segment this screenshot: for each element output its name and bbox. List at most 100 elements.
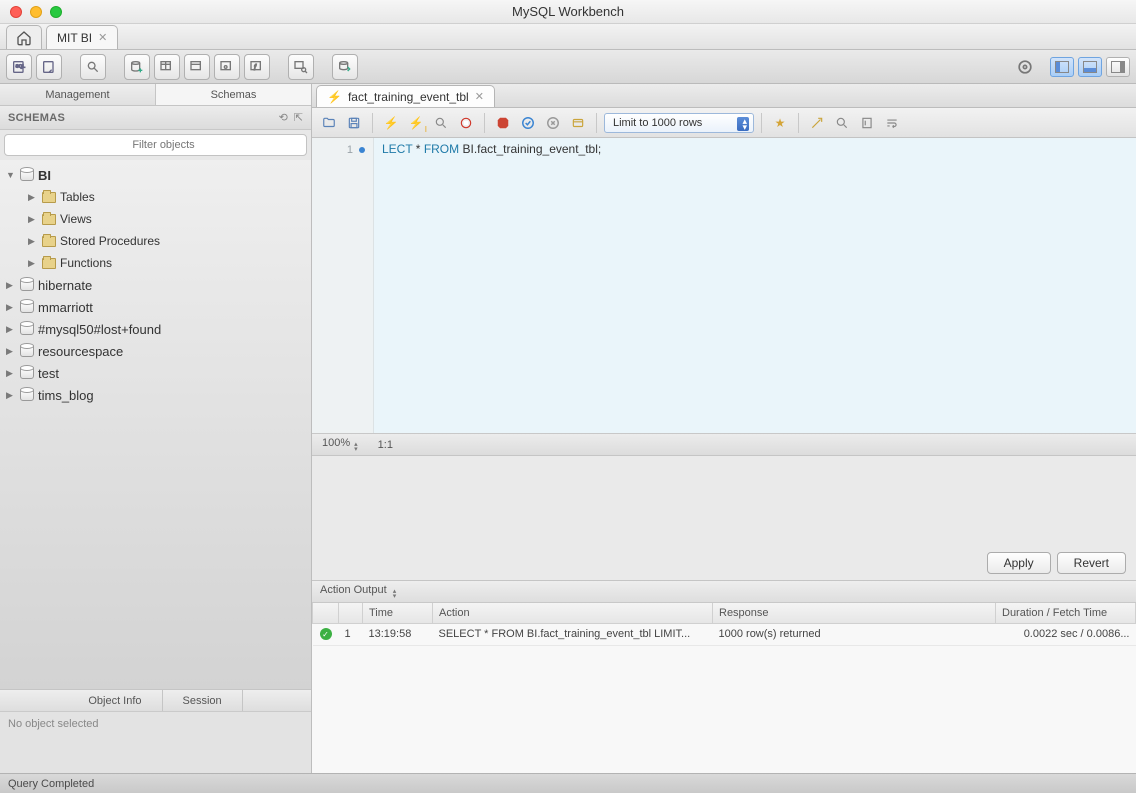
find-button[interactable]: [806, 112, 828, 134]
collapse-icon[interactable]: ⇱: [294, 111, 303, 124]
filter-objects-input[interactable]: [4, 134, 307, 156]
expand-icon[interactable]: ▶: [6, 346, 16, 357]
connection-tab-label: MIT BI: [57, 31, 92, 45]
col-action[interactable]: Action: [433, 603, 713, 623]
status-ok-icon: ✓: [320, 628, 332, 640]
limit-rows-dropdown[interactable]: Limit to 1000 rows ▴▾: [604, 113, 754, 133]
database-icon: [20, 301, 34, 313]
create-procedure-button[interactable]: [214, 54, 240, 80]
bi-stored-procedures[interactable]: ▶Stored Procedures: [22, 230, 311, 252]
search-table-data-button[interactable]: [288, 54, 314, 80]
schema-test[interactable]: ▶test: [0, 362, 311, 384]
code-area[interactable]: LECT * FROM BI.fact_training_event_tbl;: [374, 138, 1136, 433]
row-action: SELECT * FROM BI.fact_training_event_tbl…: [433, 623, 713, 645]
col-response[interactable]: Response: [713, 603, 996, 623]
sql-editor[interactable]: 1 LECT * FROM BI.fact_training_event_tbl…: [312, 138, 1136, 434]
schemas-header-icons: ⟲ ⇱: [279, 111, 303, 124]
expand-icon[interactable]: ▶: [6, 280, 16, 291]
app-body: Management Schemas SCHEMAS ⟲ ⇱ 🔍 ▼ BI ▶T…: [0, 84, 1136, 773]
word-wrap-button[interactable]: [881, 112, 903, 134]
close-tab-icon[interactable]: ✕: [475, 90, 484, 103]
search-button[interactable]: [831, 112, 853, 134]
open-sql-file-button[interactable]: [36, 54, 62, 80]
schema-label: tims_blog: [38, 388, 94, 403]
schema-mmarriott[interactable]: ▶mmarriott: [0, 296, 311, 318]
zoom-level[interactable]: 100%▴▾: [322, 437, 358, 452]
create-schema-button[interactable]: [124, 54, 150, 80]
database-icon: [20, 169, 34, 181]
database-icon: [20, 389, 34, 401]
bi-views[interactable]: ▶Views: [22, 208, 311, 230]
breakpoint-marker[interactable]: [359, 147, 365, 153]
schema-hibernate[interactable]: ▶hibernate: [0, 274, 311, 296]
col-duration[interactable]: Duration / Fetch Time: [996, 603, 1136, 623]
toggle-invisible-button[interactable]: [856, 112, 878, 134]
expand-icon[interactable]: ▶: [28, 236, 38, 247]
col-index[interactable]: [339, 603, 363, 623]
execute-current-button[interactable]: ⚡I: [405, 112, 427, 134]
expand-icon[interactable]: ▶: [28, 192, 38, 203]
connection-tab[interactable]: MIT BI ✕: [46, 25, 118, 49]
revert-button[interactable]: Revert: [1057, 552, 1126, 574]
toggle-secondary-sidebar-button[interactable]: [1106, 57, 1130, 77]
close-tab-icon[interactable]: ✕: [98, 31, 107, 44]
col-time[interactable]: Time: [363, 603, 433, 623]
tab-object-info[interactable]: Object Info: [68, 690, 162, 711]
expand-icon[interactable]: ▶: [6, 368, 16, 379]
main-area: ⚡ fact_training_event_tbl ✕ ⚡ ⚡I Limit t…: [312, 84, 1136, 773]
zoom-stepper-icon[interactable]: ▴▾: [354, 442, 358, 452]
sidebar-tabs: Management Schemas: [0, 84, 311, 106]
stop-button[interactable]: [455, 112, 477, 134]
inspector-button[interactable]: [80, 54, 106, 80]
stop-on-error-button[interactable]: [492, 112, 514, 134]
expand-icon[interactable]: ▶: [28, 258, 38, 269]
expand-icon[interactable]: ▶: [6, 324, 16, 335]
home-tab[interactable]: [6, 25, 42, 49]
create-view-button[interactable]: [184, 54, 210, 80]
tab-session[interactable]: Session: [163, 690, 243, 711]
explain-button[interactable]: [430, 112, 452, 134]
autocommit-button[interactable]: [567, 112, 589, 134]
output-row[interactable]: ✓ 1 13:19:58 SELECT * FROM BI.fact_train…: [313, 623, 1136, 645]
bi-tables[interactable]: ▶Tables: [22, 186, 311, 208]
expand-icon[interactable]: ▼: [6, 170, 16, 180]
expand-icon[interactable]: ▶: [28, 214, 38, 225]
execute-button[interactable]: ⚡: [380, 112, 402, 134]
toggle-output-button[interactable]: [1078, 57, 1102, 77]
create-table-button[interactable]: [154, 54, 180, 80]
toggle-sidebar-button[interactable]: [1050, 57, 1074, 77]
col-status[interactable]: [313, 603, 339, 623]
row-time: 13:19:58: [363, 623, 433, 645]
schema-lostfound[interactable]: ▶#mysql50#lost+found: [0, 318, 311, 340]
tab-schemas[interactable]: Schemas: [156, 84, 311, 105]
apply-button[interactable]: Apply: [987, 552, 1051, 574]
database-icon: [20, 323, 34, 335]
open-file-button[interactable]: [318, 112, 340, 134]
expand-icon[interactable]: ▶: [6, 302, 16, 313]
chevron-updown-icon: ▴▾: [393, 589, 397, 599]
rollback-button[interactable]: [542, 112, 564, 134]
refresh-icon[interactable]: ⟲: [279, 111, 288, 124]
titlebar: MySQL Workbench: [0, 0, 1136, 24]
schema-resourcespace[interactable]: ▶resourcespace: [0, 340, 311, 362]
schema-timsblog[interactable]: ▶ tims_blog: [0, 384, 311, 406]
new-sql-tab-button[interactable]: SQL: [6, 54, 32, 80]
bi-functions[interactable]: ▶Functions: [22, 252, 311, 274]
save-file-button[interactable]: [343, 112, 365, 134]
object-info-panel: No object selected: [0, 711, 311, 773]
create-function-button[interactable]: ƒ: [244, 54, 270, 80]
preferences-button[interactable]: [1012, 54, 1038, 80]
schema-tree[interactable]: ▼ BI ▶Tables ▶Views ▶Stored Procedures ▶…: [0, 160, 311, 689]
output-selector[interactable]: Action Output ▴▾: [320, 584, 396, 599]
schema-bi[interactable]: ▼ BI: [0, 164, 311, 186]
reconnect-button[interactable]: [332, 54, 358, 80]
schema-label: BI: [38, 168, 51, 183]
tab-management[interactable]: Management: [0, 84, 156, 105]
commit-button[interactable]: [517, 112, 539, 134]
beautify-button[interactable]: ★: [769, 112, 791, 134]
main-toolbar: SQL ƒ: [0, 50, 1136, 84]
output-header: Action Output ▴▾: [312, 581, 1136, 603]
editor-tab[interactable]: ⚡ fact_training_event_tbl ✕: [316, 85, 495, 107]
folder-icon: [42, 214, 56, 225]
expand-icon[interactable]: ▶: [6, 390, 16, 401]
